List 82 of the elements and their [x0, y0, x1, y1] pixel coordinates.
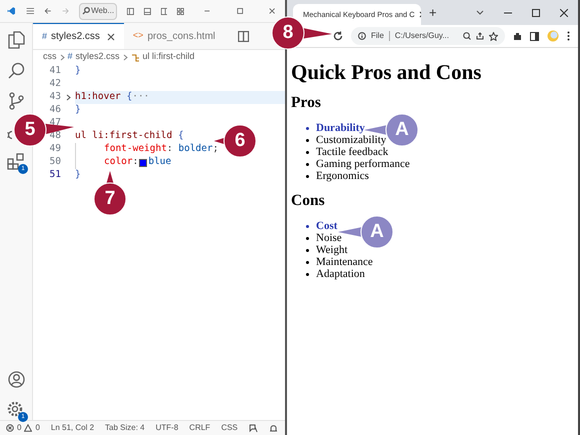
code-line: font-weight: bolder;: [103, 144, 218, 155]
bell-icon[interactable]: [268, 424, 278, 432]
star-icon[interactable]: [489, 32, 498, 40]
line-number: 43: [48, 90, 61, 104]
page-heading: Quick Pros and Cons: [291, 60, 482, 84]
file-type-icon: #: [68, 50, 73, 64]
panel-layout-icon[interactable]: [144, 6, 151, 16]
info-icon: [358, 32, 366, 40]
list-item: Customizability: [316, 134, 386, 147]
error-count[interactable]: 0: [17, 422, 22, 434]
address-text: C:/Users/Guy...: [394, 30, 449, 42]
breadcrumb-item[interactable]: css: [43, 50, 56, 64]
code-line: color: blue: [103, 157, 172, 168]
list-item: Durability: [316, 120, 365, 135]
code-line: h1:hover {···: [75, 92, 150, 103]
code-line: ul li:first-child {: [75, 131, 184, 142]
address-bar[interactable]: File C:/Users/Guy...: [351, 27, 505, 45]
code-line: }: [75, 170, 81, 181]
list-item: Noise: [316, 230, 342, 245]
warning-count[interactable]: 0: [35, 422, 40, 434]
chevron-icon: [60, 54, 64, 60]
section-heading: Pros: [291, 94, 322, 112]
code-line: }: [75, 66, 81, 77]
status-item[interactable]: Tab Size: 4: [105, 422, 145, 434]
line-number: 50: [48, 155, 61, 170]
line-number: 42: [48, 77, 61, 92]
list-item: Adaptation: [316, 266, 365, 282]
warning-icon: [24, 424, 32, 432]
search-field[interactable]: Web...: [79, 2, 118, 20]
share-icon[interactable]: [476, 32, 484, 40]
status-item[interactable]: CRLF: [189, 422, 210, 434]
search-icon[interactable]: [8, 62, 24, 79]
tab-label: styles2.css: [51, 30, 100, 44]
error-icon: [6, 424, 14, 432]
status-item[interactable]: Ln 51, Col 2: [50, 422, 94, 434]
list-item: Weight: [316, 242, 348, 258]
zoom-icon[interactable]: [463, 32, 471, 40]
new-tab-button[interactable]: +: [429, 2, 437, 22]
panel-layout-icon[interactable]: [160, 6, 168, 16]
tab-search-icon[interactable]: [476, 10, 484, 16]
file-type-icon: <>: [132, 29, 144, 43]
section-heading: Cons: [291, 192, 326, 210]
reload-icon[interactable]: [333, 31, 343, 41]
line-number: 51: [48, 168, 61, 182]
line-number: 46: [48, 103, 61, 118]
tab-label: pros_cons.html: [147, 30, 216, 44]
step-callout: 7: [93, 170, 127, 216]
line-number: 49: [48, 142, 61, 156]
breadcrumb-item[interactable]: ul li:first-child: [142, 50, 195, 64]
color-swatch[interactable]: [139, 158, 148, 166]
feedback-icon[interactable]: [248, 424, 258, 432]
sidebar-icon[interactable]: [530, 32, 539, 40]
maximize-icon[interactable]: [236, 6, 243, 16]
file-type-icon: #: [42, 30, 48, 44]
list-item: Tactile feedback: [316, 146, 388, 159]
breadcrumb-item[interactable]: styles2.css: [76, 50, 120, 64]
address-scheme: File: [371, 30, 384, 42]
selector-icon: [130, 52, 140, 62]
status-item[interactable]: CSS: [221, 422, 238, 434]
maximize-icon[interactable]: [532, 8, 540, 16]
search-icon: [82, 7, 90, 15]
status-item[interactable]: UTF-8: [156, 422, 178, 434]
code-line: }: [75, 105, 81, 116]
account-icon[interactable]: [8, 371, 24, 388]
line-number: 47: [48, 116, 61, 130]
list-item: Gaming performance: [316, 156, 410, 172]
step-callout: 8: [271, 16, 333, 50]
panel-layout-icon[interactable]: [127, 6, 134, 16]
branch-icon[interactable]: [8, 92, 24, 110]
editor-tab[interactable]: <> pros_cons.html: [124, 23, 224, 49]
layout-grid-icon[interactable]: [177, 6, 184, 16]
chevron-icon: [122, 54, 128, 60]
line-number: 41: [48, 64, 61, 78]
editor-tab[interactable]: # styles2.css: [33, 23, 124, 49]
menu-icon[interactable]: [26, 5, 34, 17]
more-icon[interactable]: [567, 31, 570, 41]
list-item: Ergonomics: [316, 170, 369, 184]
list-item: Maintenance: [316, 256, 373, 269]
fold-chevron-icon[interactable]: [66, 94, 70, 101]
split-editor-icon[interactable]: [238, 30, 249, 42]
files-icon[interactable]: [8, 31, 24, 49]
list-item: Cost: [316, 218, 338, 234]
